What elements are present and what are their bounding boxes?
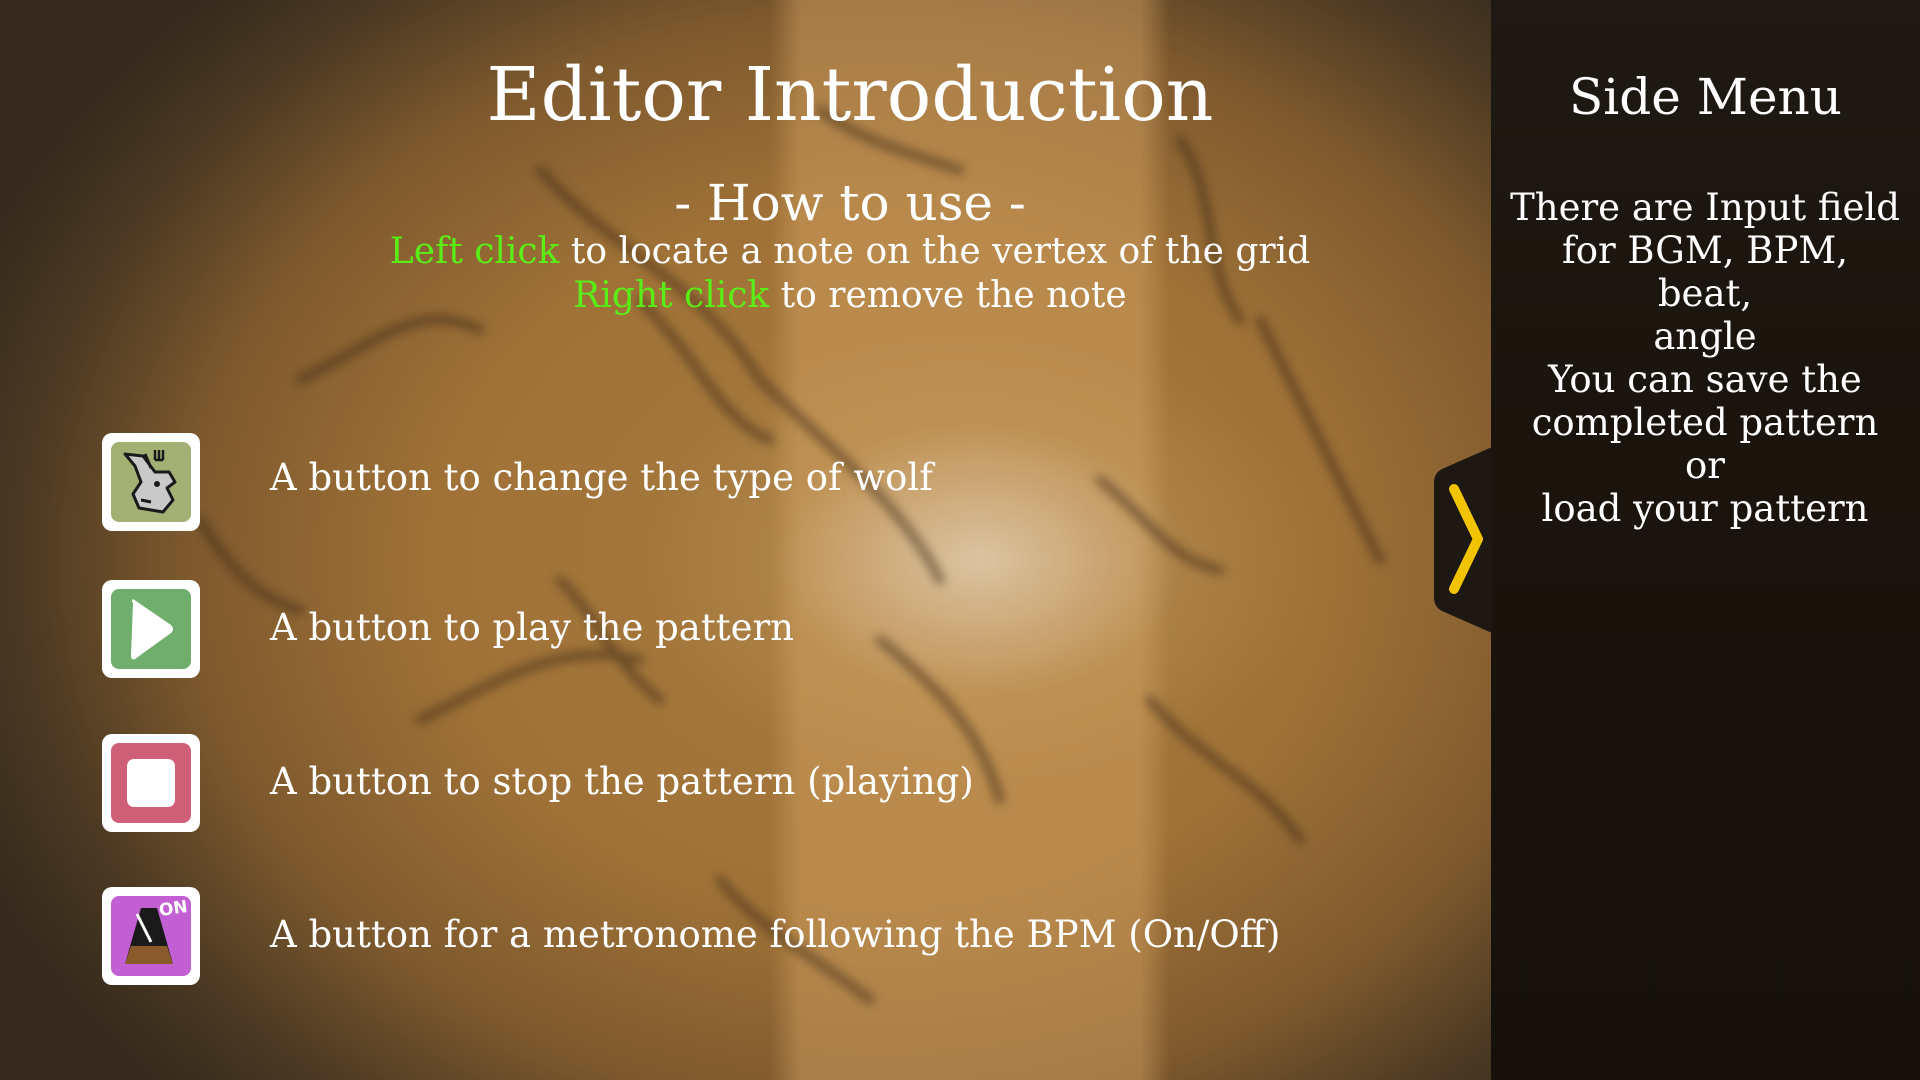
left-click-instruction: Left click to locate a note on the verte… (300, 230, 1400, 274)
side-text-line: completed pattern (1531, 401, 1879, 444)
side-menu-title: Side Menu (1569, 68, 1842, 126)
input-field-description: There are Input field for BGM, BPM, beat… (1510, 186, 1900, 358)
metronome-button[interactable]: ON (102, 887, 200, 985)
side-text-line: You can save the (1548, 358, 1862, 401)
metronome-icon: ON (111, 896, 191, 976)
stop-icon (111, 743, 191, 823)
play-button-description: A button to play the pattern (270, 606, 794, 649)
side-text-line: or (1685, 444, 1725, 487)
how-to-use-heading: - How to use - (674, 174, 1026, 232)
play-icon (111, 589, 191, 669)
wolf-button-description: A button to change the type of wolf (270, 456, 933, 499)
page-title: Editor Introduction (486, 52, 1214, 138)
wolf-icon (111, 442, 191, 522)
right-click-instruction: Right click to remove the note (300, 274, 1400, 318)
change-wolf-button[interactable] (102, 433, 200, 531)
side-menu-panel (1491, 0, 1920, 1080)
side-text-line: There are Input field (1510, 186, 1900, 229)
metronome-on-badge: ON (158, 897, 190, 921)
right-click-highlight: Right click (573, 275, 770, 316)
stop-button-description: A button to stop the pattern (playing) (270, 760, 974, 803)
stop-button[interactable] (102, 734, 200, 832)
side-text-line: angle (1653, 315, 1757, 358)
left-click-text: to locate a note on the vertex of the gr… (559, 231, 1311, 272)
side-menu-toggle[interactable] (1434, 447, 1492, 633)
left-click-highlight: Left click (389, 231, 560, 272)
right-click-text: to remove the note (769, 275, 1127, 316)
play-button[interactable] (102, 580, 200, 678)
side-text-line: load your pattern (1541, 487, 1869, 530)
metronome-button-description: A button for a metronome following the B… (270, 913, 1281, 956)
save-load-description: You can save the completed pattern or lo… (1510, 358, 1900, 530)
side-text-line: for BGM, BPM, beat, (1562, 229, 1848, 315)
